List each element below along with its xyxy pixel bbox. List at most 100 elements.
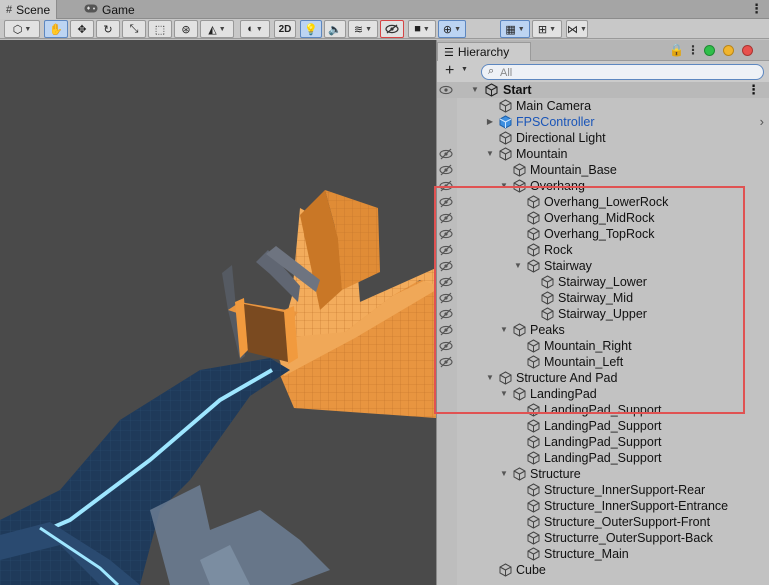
hierarchy-item[interactable]: Structure_InnerSupport-Rear: [437, 482, 769, 498]
scene-root-row[interactable]: ▼ Start ⋮: [437, 82, 769, 98]
lighting-toggle[interactable]: 💡: [300, 20, 322, 38]
hierarchy-item[interactable]: Stairway_Lower: [437, 274, 769, 290]
fold-down-icon[interactable]: ▼: [485, 371, 495, 385]
lock-icon[interactable]: 🔒: [669, 43, 684, 57]
eye-slash-icon[interactable]: [438, 355, 454, 369]
fold-down-icon[interactable]: ▼: [513, 259, 523, 273]
eye-slash-icon[interactable]: [438, 163, 454, 177]
tab-game[interactable]: Game: [78, 0, 141, 19]
tab-hierarchy[interactable]: ☰ Hierarchy: [437, 42, 531, 61]
fold-down-icon[interactable]: ▼: [499, 387, 509, 401]
maximize-light-icon[interactable]: [704, 45, 715, 56]
render-debug-dropdown[interactable]: ⋈ ▼: [566, 20, 588, 38]
hand-icon: ✋: [49, 23, 63, 36]
custom-tools-dropdown[interactable]: ◭ ▼: [200, 20, 234, 38]
transform-tool-button[interactable]: ⊛: [174, 20, 198, 38]
audio-toggle[interactable]: 🔈: [324, 20, 346, 38]
hierarchy-item[interactable]: Mountain_Right: [437, 338, 769, 354]
fold-down-icon[interactable]: ▼: [470, 83, 480, 97]
snap-increment-dropdown[interactable]: ⊞ ▼: [532, 20, 562, 38]
hierarchy-item-label: Main Camera: [516, 99, 592, 113]
eye-slash-icon[interactable]: [438, 259, 454, 273]
hierarchy-item[interactable]: Rock: [437, 242, 769, 258]
eye-slash-icon[interactable]: [438, 339, 454, 353]
hierarchy-search[interactable]: ⌕: [481, 64, 764, 80]
fold-down-icon[interactable]: ▼: [499, 323, 509, 337]
panel-menu-icon[interactable]: ⋮: [687, 43, 699, 57]
hierarchy-item[interactable]: ▼ Peaks: [437, 322, 769, 338]
scale-tool-button[interactable]: ⤡: [122, 20, 146, 38]
hierarchy-item[interactable]: LandingPad_Support: [437, 434, 769, 450]
hierarchy-item[interactable]: ▶ FPSController ›: [437, 114, 769, 130]
scene-menu-icon[interactable]: ⋮: [747, 82, 760, 98]
chevron-right-icon[interactable]: ›: [760, 114, 764, 129]
eye-slash-icon[interactable]: [438, 275, 454, 289]
fold-down-icon[interactable]: ▼: [499, 467, 509, 481]
eye-slash-icon[interactable]: [438, 211, 454, 225]
rect-tool-button[interactable]: ⬚: [148, 20, 172, 38]
hierarchy-item[interactable]: Structure_Main: [437, 546, 769, 562]
camera-dropdown[interactable]: ■ ▼: [408, 20, 436, 38]
eye-icon[interactable]: [438, 83, 454, 97]
hierarchy-item[interactable]: ▼ Structure: [437, 466, 769, 482]
hierarchy-item[interactable]: ▼ Overhang: [437, 178, 769, 194]
hand-tool-button[interactable]: ✋: [44, 20, 68, 38]
tab-scene[interactable]: # Scene: [0, 0, 58, 19]
eye-slash-icon[interactable]: [438, 227, 454, 241]
hierarchy-item[interactable]: Structurre_OuterSupport-Back: [437, 530, 769, 546]
search-input[interactable]: [500, 66, 755, 79]
hierarchy-item[interactable]: Mountain_Base: [437, 162, 769, 178]
hierarchy-item[interactable]: Cube: [437, 562, 769, 578]
hierarchy-item[interactable]: ▼ Structure And Pad: [437, 370, 769, 386]
hierarchy-item-label: LandingPad: [530, 387, 597, 401]
window-menu-icon[interactable]: ⋮: [750, 1, 763, 17]
close-light-icon[interactable]: [742, 45, 753, 56]
chevron-down-icon[interactable]: ▼: [461, 66, 468, 73]
hierarchy-item[interactable]: ▼ LandingPad: [437, 386, 769, 402]
scene-viewport[interactable]: [0, 40, 436, 585]
grid-snap-dropdown[interactable]: ▦ ▼: [500, 20, 530, 38]
hierarchy-item[interactable]: LandingPad_Support: [437, 418, 769, 434]
toggle-2d-button[interactable]: 2D: [274, 20, 296, 38]
chevron-down-icon: ▼: [218, 25, 226, 33]
hierarchy-item[interactable]: Overhang_MidRock: [437, 210, 769, 226]
draw-mode-dropdown[interactable]: ◐ ▼: [240, 20, 270, 38]
hierarchy-item[interactable]: Overhang_LowerRock: [437, 194, 769, 210]
scene-visibility-toggle[interactable]: [380, 20, 404, 38]
gameobject-cube-icon: [527, 211, 540, 225]
hierarchy-item[interactable]: Stairway_Upper: [437, 306, 769, 322]
hierarchy-item[interactable]: ▼ Stairway: [437, 258, 769, 274]
hierarchy-item[interactable]: Structure_InnerSupport-Entrance: [437, 498, 769, 514]
hierarchy-item[interactable]: Overhang_TopRock: [437, 226, 769, 242]
hierarchy-item[interactable]: Structure_OuterSupport-Front: [437, 514, 769, 530]
eye-slash-icon[interactable]: [438, 307, 454, 321]
move-tool-button[interactable]: ✥: [70, 20, 94, 38]
hierarchy-item[interactable]: ▼ Mountain: [437, 146, 769, 162]
hierarchy-item[interactable]: LandingPad_Support: [437, 402, 769, 418]
hierarchy-item[interactable]: Mountain_Left: [437, 354, 769, 370]
minimize-light-icon[interactable]: [723, 45, 734, 56]
eye-slash-icon[interactable]: [438, 195, 454, 209]
hierarchy-item-label: Mountain: [516, 147, 568, 161]
eye-slash-icon[interactable]: [438, 291, 454, 305]
fold-down-icon[interactable]: ▼: [499, 179, 509, 193]
gameobject-cube-icon: [527, 243, 540, 257]
hierarchy-item[interactable]: Main Camera: [437, 98, 769, 114]
add-object-button[interactable]: +: [445, 62, 454, 80]
hierarchy-item[interactable]: Directional Light: [437, 130, 769, 146]
eye-slash-icon[interactable]: [438, 147, 454, 161]
hierarchy-item-label: Peaks: [530, 323, 565, 337]
gizmos-dropdown[interactable]: ⊕ ▼: [438, 20, 466, 38]
eye-slash-icon[interactable]: [438, 243, 454, 257]
fold-right-icon[interactable]: ▶: [485, 115, 495, 129]
eye-slash-icon[interactable]: [438, 323, 454, 337]
orientation-gizmo-dropdown[interactable]: ⬡ ▼: [4, 20, 40, 38]
fold-down-icon[interactable]: ▼: [485, 147, 495, 161]
hierarchy-item[interactable]: Stairway_Mid: [437, 290, 769, 306]
effects-dropdown[interactable]: ≋ ▼: [348, 20, 378, 38]
gameobject-cube-icon: [499, 131, 512, 145]
rotate-tool-button[interactable]: ↻: [96, 20, 120, 38]
hierarchy-item[interactable]: LandingPad_Support: [437, 450, 769, 466]
hierarchy-item-label: Structure_OuterSupport-Front: [544, 515, 711, 529]
eye-slash-icon[interactable]: [438, 179, 454, 193]
